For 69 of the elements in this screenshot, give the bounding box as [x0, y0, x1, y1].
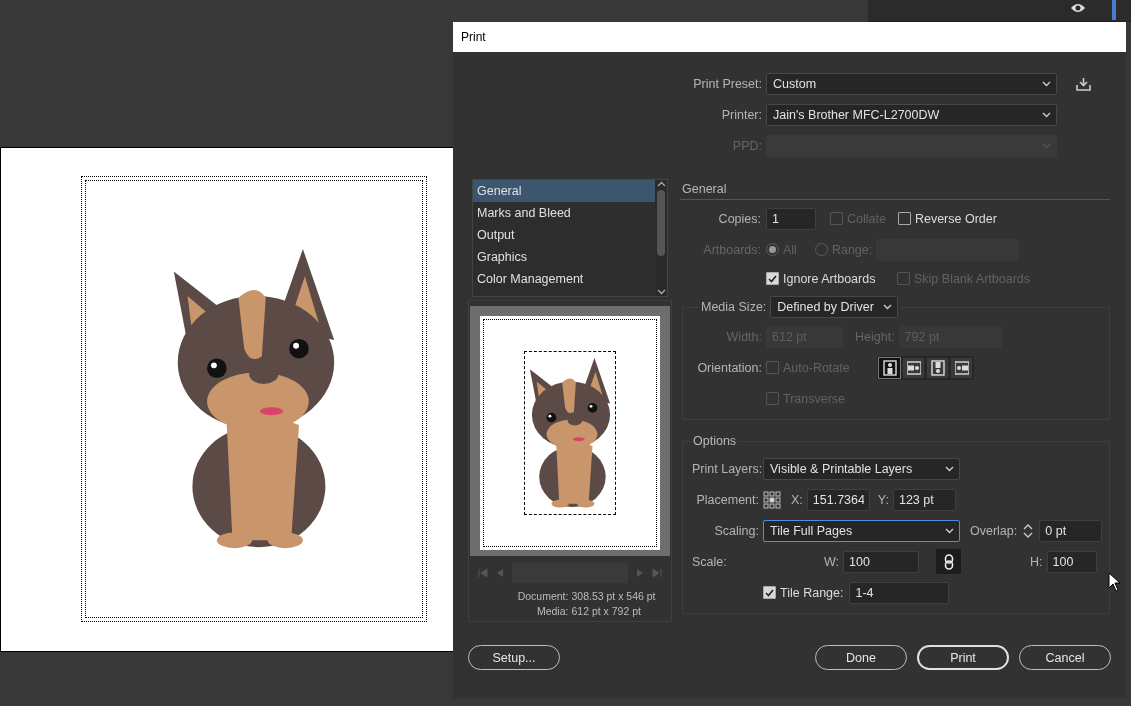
info-label: Document: [516, 589, 569, 604]
reference-point-icon[interactable] [763, 490, 781, 509]
dialog-button[interactable]: Print [917, 645, 1009, 670]
info-value: 612 pt x 792 pt [571, 604, 642, 619]
checkbox-label: Tile Range: [780, 585, 844, 600]
link-icon [943, 553, 954, 570]
orientation-button[interactable] [902, 356, 925, 379]
input-field[interactable]: 1 [766, 207, 816, 230]
checkbox-label: Reverse Order [914, 211, 997, 226]
checkbox[interactable] [763, 586, 776, 599]
field-label: Media Size: [701, 300, 767, 314]
field-label: Scale: [692, 554, 728, 569]
info-value: 308.53 pt x 546 pt [571, 589, 656, 604]
link-button[interactable] [935, 548, 963, 575]
list-item[interactable]: General [473, 180, 655, 202]
chevron-down-icon [1042, 80, 1051, 87]
chevron-down-icon [1042, 111, 1051, 118]
chevron-down-icon [883, 304, 893, 310]
checkbox-label: Ignore Artboards [783, 271, 876, 286]
field-label: H: [1030, 554, 1043, 569]
input-field[interactable]: 100 [1046, 550, 1097, 573]
save-icon[interactable] [1076, 76, 1091, 91]
list-item[interactable]: Output [473, 224, 655, 246]
scrollbar[interactable] [655, 180, 667, 296]
window-title: Print [461, 30, 486, 44]
field-label: Print Preset: [692, 76, 762, 91]
input-field[interactable]: 0 pt [1039, 519, 1103, 542]
orientation-button[interactable] [950, 356, 973, 379]
checkbox[interactable] [897, 212, 911, 225]
dropdown[interactable]: Visible & Printable Layers [763, 457, 960, 480]
input-field[interactable]: 1-4 [849, 581, 950, 604]
list-item[interactable]: Marks and Bleed [473, 202, 655, 224]
chevron-down-icon [945, 465, 954, 472]
chevron-down-icon [945, 527, 954, 534]
field-label: X: [791, 492, 803, 507]
input-field[interactable]: 123 pt [892, 488, 956, 511]
selection-bar [1112, 0, 1116, 20]
field-label: Y: [877, 492, 889, 507]
person-icon [930, 359, 945, 376]
input-field[interactable]: 100 [843, 550, 920, 573]
field-label: Print Layers: [692, 461, 759, 476]
info-label: Media: [535, 604, 569, 619]
field-label: Printer: [720, 107, 762, 122]
dropdown[interactable]: Tile Full Pages [763, 519, 960, 542]
dropdown[interactable]: Jain's Brother MFC-L2700DW [766, 103, 1057, 126]
field-label: W: [824, 554, 840, 569]
list-item[interactable]: Color Management [473, 268, 655, 290]
field-label: Placement: [695, 492, 759, 507]
field-label: Overlap: [970, 523, 1018, 538]
list-item[interactable]: Graphics [473, 246, 655, 268]
person-icon [906, 359, 921, 376]
section-title: General [682, 182, 727, 196]
dropdown[interactable]: Defined by Driver [770, 296, 899, 318]
input-field[interactable]: 151.7364 [806, 488, 870, 511]
field-label: Scaling: [713, 523, 759, 538]
dropdown[interactable]: Custom [766, 72, 1057, 95]
checkbox[interactable] [766, 272, 779, 285]
person-icon [954, 359, 969, 376]
eye-icon[interactable] [1070, 2, 1086, 14]
chevron-up-icon[interactable] [656, 180, 666, 188]
person-icon [882, 359, 897, 376]
pointer-icon [1108, 572, 1121, 592]
orientation-button[interactable] [878, 356, 901, 379]
field-label: Orientation: [696, 360, 762, 375]
chevron-down-icon[interactable] [656, 288, 666, 296]
orientation-button[interactable] [926, 356, 949, 379]
field-label: Copies: [717, 211, 761, 226]
section-title: Options [693, 434, 737, 448]
chevron-down-icon [1042, 142, 1051, 149]
